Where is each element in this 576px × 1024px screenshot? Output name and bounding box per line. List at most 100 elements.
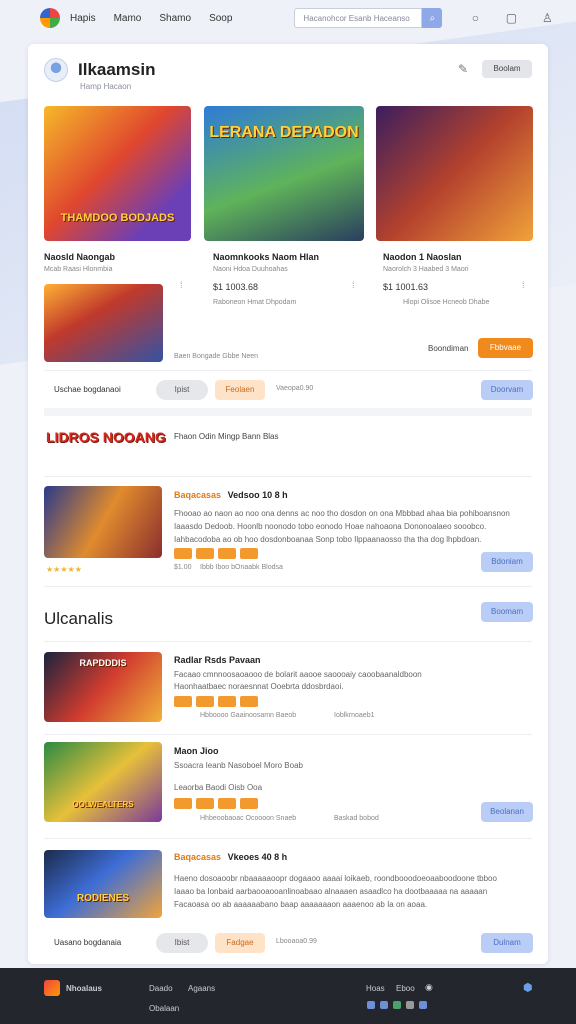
list-meta2-2: Baskad bobod [334, 815, 379, 822]
featured-price-3: $1 1001.63 [383, 282, 429, 292]
settings-icon[interactable]: ⬢ [523, 981, 533, 994]
nav-item-4[interactable]: Soop [209, 13, 232, 24]
divider [44, 586, 532, 587]
edit-icon[interactable]: ✎ [458, 62, 468, 76]
rating-stars: ★★★★★ [46, 565, 82, 574]
filter-gray-button[interactable]: Ipist [156, 380, 208, 400]
list-body-2: Ssoacra Ieanb Nasoboel Moro Boab [174, 761, 303, 770]
filter-blue-button[interactable]: Doorvam [481, 380, 533, 400]
hero-button[interactable]: Bdoniam [481, 552, 533, 572]
filter2-gray-button[interactable]: Ibist [156, 933, 208, 953]
list-thumb-3[interactable]: RODIENES [44, 850, 162, 918]
footer-link-1[interactable]: Daado [149, 984, 173, 993]
social-icon[interactable] [367, 1001, 375, 1009]
list-body-3: Haeno dosoaoobr nbaaaaaoopr dogaaoo aaaa… [174, 874, 497, 883]
search-input[interactable]: Hacanohcor Esanb Haceanso [294, 8, 423, 28]
tag [196, 696, 214, 707]
hero-title[interactable]: Baqacasas Vedsoo 10 8 h [174, 490, 288, 500]
avatar[interactable] [44, 58, 68, 82]
featured-title-1[interactable]: Naosld Naongab [44, 252, 115, 262]
app-logo-icon[interactable] [40, 8, 60, 28]
footer: Nhoalaus Daado Agaans Obalaan Hoas Eboo … [0, 968, 576, 1024]
footer-link-2[interactable]: Agaans [188, 984, 215, 993]
nav-item-1[interactable]: Hapis [70, 13, 96, 24]
header-button[interactable]: Boolam [482, 60, 532, 78]
list-thumb-1[interactable]: RAPDDDIS [44, 652, 162, 722]
footer-logo-icon[interactable] [44, 980, 60, 996]
social-icon[interactable] [380, 1001, 388, 1009]
filter2-blue-button[interactable]: Dulnam [481, 933, 533, 953]
search-icon[interactable]: ⌕ [422, 8, 443, 28]
footer-right-link-2[interactable]: Eboo [396, 984, 415, 993]
tag [174, 798, 192, 809]
list-title-text-3: Vkeoes 40 8 h [227, 852, 288, 862]
featured-thumb-2[interactable]: LERANA DEPADON [204, 106, 364, 241]
filter-peach-button[interactable]: Feolaen [215, 380, 265, 400]
featured-meta2-2: Raboneon Hmat Dhpodam [213, 299, 297, 306]
list-title-3[interactable]: Baqacasas Vkeoes 40 8 h [174, 852, 287, 862]
filter-label: Uschae bogdanaoi [54, 385, 121, 394]
bag-icon[interactable]: ▢ [504, 11, 518, 25]
hero-thumb[interactable] [44, 486, 162, 558]
social-icon[interactable] [419, 1001, 427, 1009]
user-icon[interactable]: ♙ [540, 11, 554, 25]
tag [240, 696, 258, 707]
magnifier-icon[interactable]: ○ [468, 11, 482, 25]
featured-price-2: $1 1003.68 [213, 282, 259, 292]
featured-title-3[interactable]: Naodon 1 Naoslan [383, 252, 462, 262]
list-tags-2 [174, 798, 258, 809]
nav-item-2[interactable]: Mamo [114, 13, 142, 24]
list-button-2[interactable]: Beolanan [481, 802, 533, 822]
row2-action-button[interactable]: Fbbvaae [478, 338, 533, 358]
profile-header: Ilkaamsin Hamp Hacaon ✎ Boolam [44, 58, 532, 94]
list-meta-2: Hhbeoobaoac Ocoooon Snaeb [200, 815, 297, 822]
more-icon[interactable]: ⁞ [352, 280, 355, 290]
row2-thumb[interactable] [44, 284, 163, 362]
divider [44, 476, 532, 477]
more-icon[interactable]: ⁞ [180, 280, 183, 290]
list-body2-2: Leaorba Baodi Oisb Ooa [174, 783, 263, 792]
social-icon[interactable] [393, 1001, 401, 1009]
list-title-1[interactable]: Radlar Rsds Pavaan [174, 655, 261, 665]
list-meta-1: Hbboooo Gaainoosamn Baeob [200, 712, 297, 719]
tag [240, 548, 258, 559]
row2-action-label: Boondiman [428, 344, 469, 353]
tag [196, 548, 214, 559]
featured-meta-3: Naorolch 3 Haabed 3 Maori [383, 266, 469, 273]
footer-right-link-1[interactable]: Hoas [366, 984, 385, 993]
hero-body: Fhooao ao naon ao noo ona denns ac noo t… [174, 509, 510, 544]
tag [218, 548, 236, 559]
promo-logo[interactable]: LIDROS NOOANG [46, 430, 166, 444]
social-icon[interactable] [406, 1001, 414, 1009]
tag [174, 696, 192, 707]
footer-brand[interactable]: Nhoalaus [66, 984, 102, 993]
page-subtitle: Hamp Hacaon [80, 82, 132, 91]
nav-item-3[interactable]: Shamo [159, 13, 191, 24]
more-icon[interactable]: ⁞ [522, 280, 525, 290]
filter2-peach-button[interactable]: Fadgae [215, 933, 265, 953]
featured-thumb-3[interactable] [376, 106, 533, 241]
section-button[interactable]: Boomam [481, 602, 533, 622]
hero-tags [174, 548, 258, 559]
tag [240, 798, 258, 809]
footer-link-3[interactable]: Obalaan [149, 1004, 179, 1013]
row2-meta: Baen Bongade Gbbe Neen [174, 353, 259, 360]
featured-meta2-3: Hlopi Olisoe Hcneob Dhabe [403, 299, 490, 306]
list-title-2[interactable]: Maon Jioo [174, 746, 219, 756]
promo-text: Fhaon Odin Mingp Bann Blas [174, 432, 279, 441]
main-card: Ilkaamsin Hamp Hacaon ✎ Boolam THAMDOO B… [28, 44, 548, 964]
featured-meta-2: Naoni Hdoa Duuhoahas [213, 266, 288, 273]
tag [218, 798, 236, 809]
featured-title-2[interactable]: Naomnkooks Naom Hlan [213, 252, 319, 262]
tag [196, 798, 214, 809]
filter2-label: Uasano bogdanaia [54, 938, 122, 947]
list-meta2-1: Ioblkrnoaeb1 [334, 712, 375, 719]
tag [218, 696, 236, 707]
divider [44, 641, 532, 642]
hero-title-highlight: Baqacasas [174, 490, 222, 500]
list-thumb-2[interactable]: OOLWEALTERS [44, 742, 162, 822]
hero-rating-meta: Ibbb Iboo bOnaabk Blodsa [200, 564, 283, 571]
top-nav: Hapis Mamo Shamo Soop Hacanohcor Esanb H… [0, 0, 576, 36]
featured-thumb-1[interactable]: THAMDOO BODJADS [44, 106, 191, 241]
github-icon[interactable]: ◉ [425, 982, 433, 993]
